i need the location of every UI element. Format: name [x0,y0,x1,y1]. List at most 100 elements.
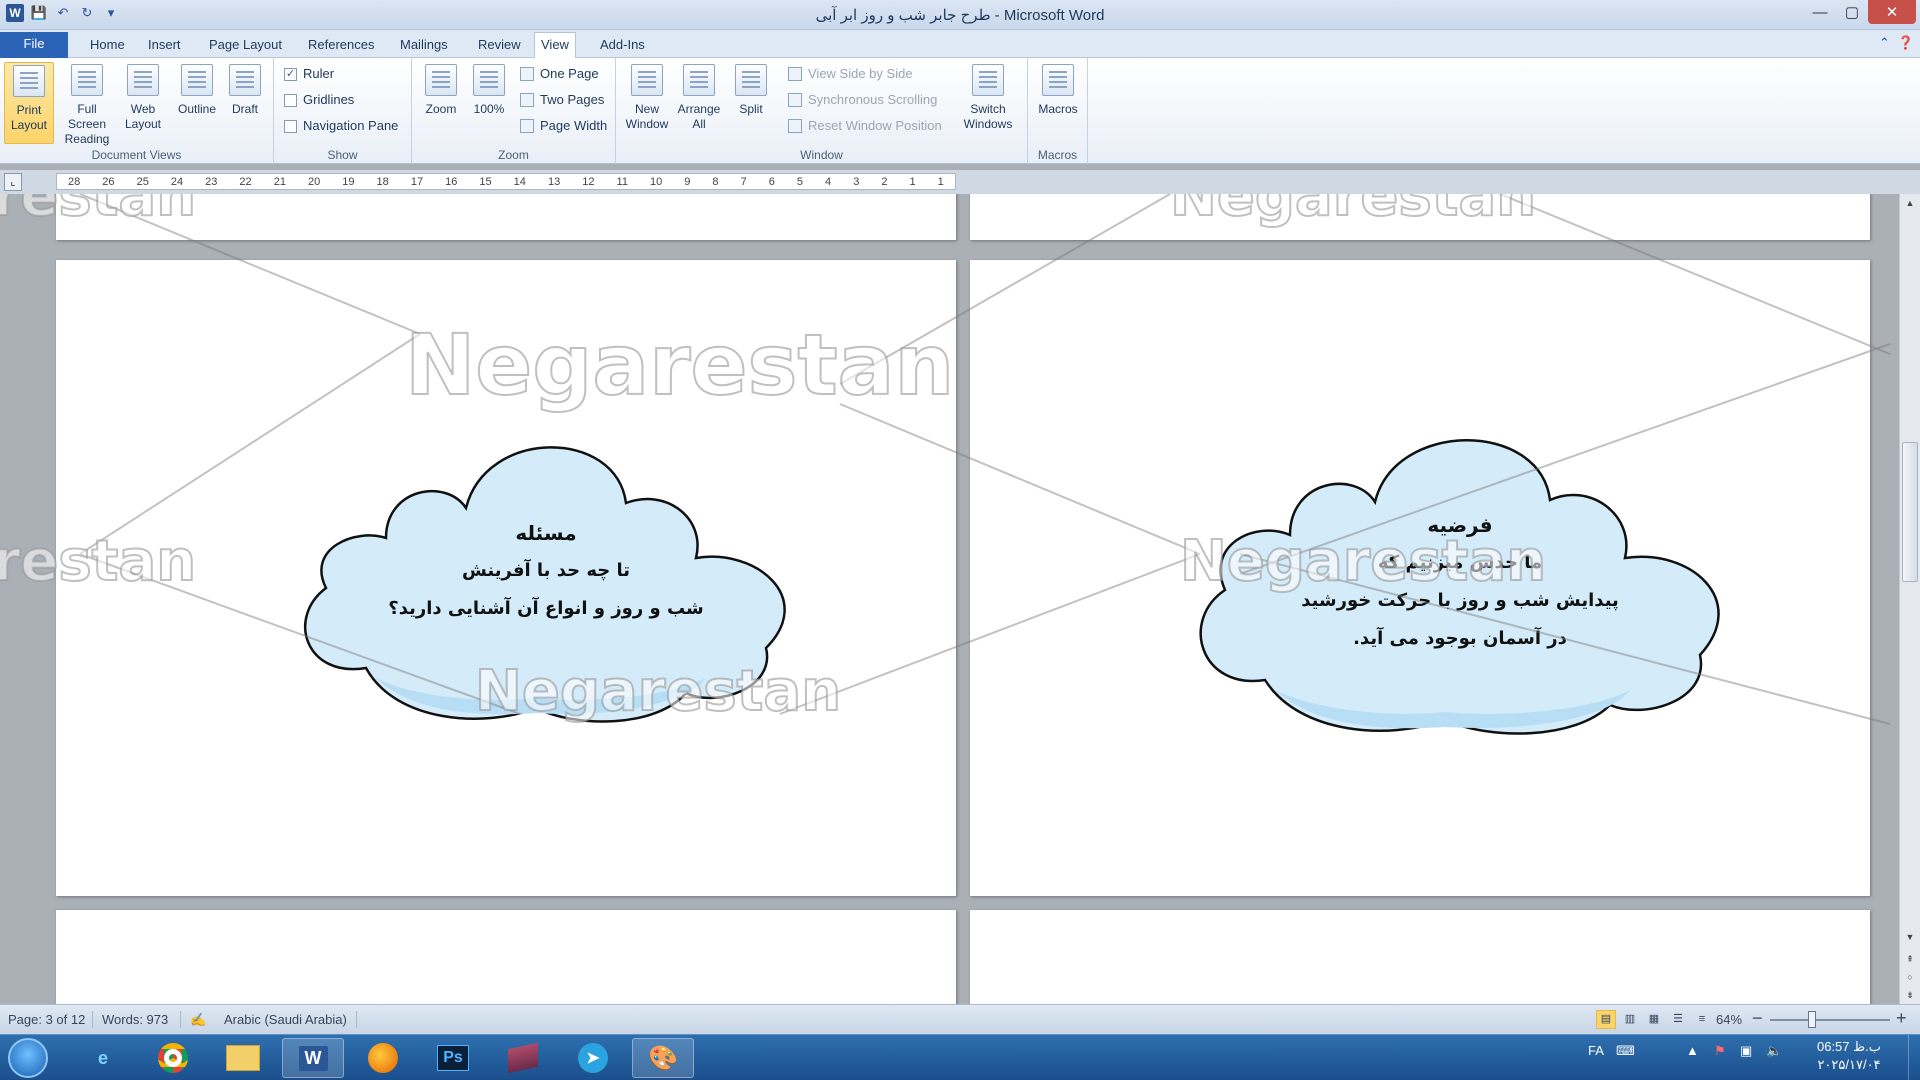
ruler-tick-label: 23 [205,175,218,188]
new-window-button[interactable]: New Window [622,62,672,144]
group-label: Macros [1037,148,1078,162]
page-top-right [970,194,1870,240]
ruler-tick-label: 28 [68,175,81,188]
tab-file[interactable]: File [0,32,68,58]
synchronous-scrolling-button[interactable]: Synchronous Scrolling [788,89,937,111]
page-top-left [56,194,956,240]
document-area[interactable]: مسئله تا چه حد با آفرینش شب و روز و انوا… [0,194,1899,1004]
ruler-tick-label: 15 [479,175,492,188]
draft-button[interactable]: Draft [220,62,270,144]
keyboard-icon[interactable]: ⌨ [1616,1043,1635,1059]
winrar-icon[interactable] [492,1038,554,1078]
firefox-icon[interactable] [352,1038,414,1078]
arrange-all-button[interactable]: Arrange All [674,62,724,144]
tab-page-layout[interactable]: Page Layout [203,33,288,58]
tab-selector-icon[interactable]: ⌞ [4,173,22,191]
minimize-button[interactable]: — [1804,0,1836,24]
close-button[interactable]: ✕ [1868,0,1916,24]
language-indicator[interactable]: Arabic (Saudi Arabia) [224,1012,347,1027]
scroll-down-icon[interactable]: ▼ [1900,928,1920,946]
show-desktop-button[interactable] [1908,1035,1920,1080]
zoom-slider[interactable] [1770,1019,1890,1021]
group-window: New Window Arrange All Split View Side b… [616,58,1028,164]
network-icon[interactable]: ▣ [1740,1043,1752,1059]
page-bottom-left [56,910,956,1004]
telegram-icon[interactable]: ➤ [562,1038,624,1078]
internet-explorer-icon[interactable]: e [72,1038,134,1078]
start-button[interactable] [8,1038,48,1078]
view-side-by-side-button[interactable]: View Side by Side [788,63,913,85]
tab-home[interactable]: Home [84,33,131,58]
tab-review[interactable]: Review [472,33,527,58]
tray-expand-icon[interactable]: ▲ [1686,1043,1699,1058]
next-page-icon[interactable]: ⇟ [1900,986,1920,1004]
zoom-100-button[interactable]: 100% [464,62,514,144]
page-counter[interactable]: Page: 3 of 12 [8,1012,85,1027]
select-browse-object-icon[interactable]: ○ [1900,968,1920,986]
word-count[interactable]: Words: 973 [102,1012,168,1027]
ruler-tick-label: 14 [513,175,526,188]
photoshop-icon[interactable]: Ps [422,1038,484,1078]
ruler-track[interactable]: 28 26 25 24 23 22 21 20 19 18 17 16 15 14 13 12 11 10 9 8 7 6… [56,173,956,190]
previous-page-icon[interactable]: ⇞ [1900,950,1920,968]
tab-insert[interactable]: Insert [142,33,187,58]
ruler-checkbox[interactable]: ✓ Ruler [284,63,334,85]
word-taskbar-icon[interactable]: W [282,1038,344,1078]
reset-window-position-button[interactable]: Reset Window Position [788,115,942,137]
draft-view-icon[interactable]: ≡ [1692,1010,1712,1029]
zoom-level[interactable]: 64% [1716,1012,1742,1027]
zoom-in-button[interactable]: + [1896,1008,1907,1029]
hypothesis-line-3: در آسمان بوجود می آید. [1353,628,1567,649]
page-width-button[interactable]: Page Width [520,115,607,137]
clock[interactable]: 06:57 ب.ظ ۲۰۲۵/۱۷/۰۴ [1800,1038,1898,1074]
volume-icon[interactable]: 🔈 [1766,1043,1782,1059]
page-right: فرضیه ما حدس میزنیم که پیدایش شب و روز ب… [970,260,1870,896]
scroll-thumb[interactable] [1902,442,1918,582]
group-label: Window [800,148,843,162]
problem-cloud-shape: مسئله تا چه حد با آفرینش شب و روز و انوا… [286,428,806,723]
scroll-up-icon[interactable]: ▲ [1900,194,1920,212]
clock-date: ۲۰۲۵/۱۷/۰۴ [1817,1057,1881,1072]
window-controls: — ▢ ✕ [1804,0,1916,24]
page-bottom-right [970,910,1870,1004]
switch-windows-button[interactable]: Switch Windows [956,62,1020,144]
horizontal-ruler[interactable]: ⌞ 28 26 25 24 23 22 21 20 19 18 17 16 15 14 13 12 11 10 9 8… [0,170,1920,194]
tab-view[interactable]: View [534,32,576,59]
gridlines-checkbox[interactable]: Gridlines [284,89,354,111]
tab-references[interactable]: References [302,33,380,58]
ruler-tick-label: 5 [796,175,803,188]
zoom-button[interactable]: Zoom [416,62,466,144]
zoom-slider-knob[interactable] [1808,1011,1816,1028]
navigation-pane-checkbox[interactable]: Navigation Pane [284,115,398,137]
outline-button[interactable]: Outline [172,62,222,144]
help-icon[interactable]: ❓ [1898,35,1914,51]
two-pages-button[interactable]: Two Pages [520,89,604,111]
one-page-button[interactable]: One Page [520,63,599,85]
file-explorer-icon[interactable] [212,1038,274,1078]
ruler-tick-label: 17 [410,175,424,188]
web-layout-button[interactable]: Web Layout [118,62,168,144]
full-screen-reading-button[interactable]: Full Screen Reading [60,62,114,146]
zoom-out-button[interactable]: − [1752,1008,1763,1029]
paint-icon[interactable]: 🎨 [632,1038,694,1078]
maximize-button[interactable]: ▢ [1836,0,1868,24]
print-layout-button[interactable]: Print Layout [4,62,54,144]
tab-add-ins[interactable]: Add-Ins [594,33,651,58]
network-warning-icon[interactable]: ⚑ [1714,1043,1726,1059]
print-layout-view-icon[interactable]: ▤ [1596,1010,1616,1029]
vertical-scrollbar[interactable]: ▲ ▼ ⇞ ○ ⇟ [1899,194,1920,1004]
macros-button[interactable]: Macros [1033,62,1083,144]
tab-mailings[interactable]: Mailings [394,33,454,58]
ruler-tick-label: 19 [342,175,355,188]
ruler-tick-label: 25 [136,175,149,188]
split-button[interactable]: Split [726,62,776,144]
proofing-icon[interactable]: ✍ [190,1012,206,1028]
web-layout-view-icon[interactable]: ▦ [1644,1010,1664,1029]
ribbon-view: Print Layout Full Screen Reading Web Lay… [0,58,1920,164]
group-document-views: Print Layout Full Screen Reading Web Lay… [0,58,274,164]
language-bar[interactable]: FA [1588,1043,1604,1058]
full-screen-view-icon[interactable]: ▥ [1620,1010,1640,1029]
minimize-ribbon-icon[interactable]: ⌃ [1879,35,1890,51]
outline-view-icon[interactable]: ☰ [1668,1010,1688,1029]
chrome-icon[interactable] [142,1038,204,1078]
